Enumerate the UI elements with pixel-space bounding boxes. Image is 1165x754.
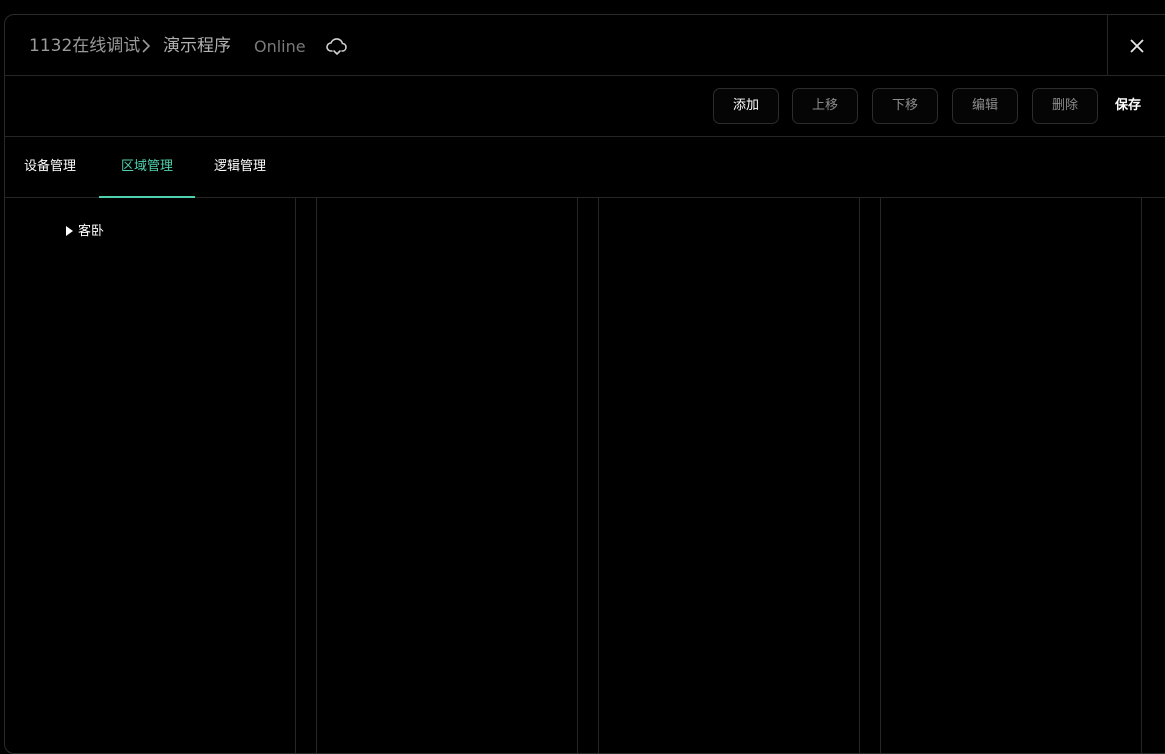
column-divider (1141, 198, 1142, 753)
tab-zone-label: 区域管理 (120, 159, 173, 174)
tree-item-label: 客卧 (78, 224, 105, 239)
column-divider (880, 198, 881, 753)
save-button[interactable]: 保存 (1115, 88, 1141, 124)
add-button[interactable]: 添加 (713, 88, 779, 124)
title-bar: 1132在线调试 演示程序 Online (5, 15, 1165, 76)
column-divider (598, 198, 599, 753)
column-divider (577, 198, 578, 753)
cloud-sync-icon[interactable] (326, 37, 348, 57)
move-down-button[interactable]: 下移 (872, 88, 938, 124)
column-divider (295, 198, 296, 753)
column-divider (316, 198, 317, 753)
close-icon (1130, 39, 1144, 53)
action-toolbar: 添加 上移 下移 编辑 删除 保存 (5, 76, 1165, 137)
move-up-button[interactable]: 上移 (792, 88, 858, 124)
column-divider (859, 198, 860, 753)
connection-status: Online (254, 37, 306, 56)
tab-zone-management[interactable]: 区域管理 (99, 137, 195, 198)
breadcrumb-page: 演示程序 (163, 36, 231, 56)
chevron-right-icon (142, 39, 151, 53)
zone-columns: 客卧 (5, 198, 1165, 753)
tab-device-management[interactable]: 设备管理 (24, 137, 76, 197)
delete-button[interactable]: 删除 (1032, 88, 1098, 124)
breadcrumb-project[interactable]: 1132在线调试 (29, 35, 140, 57)
close-button[interactable] (1107, 15, 1165, 75)
tab-logic-management[interactable]: 逻辑管理 (214, 137, 266, 197)
dialog-window: 1132在线调试 演示程序 Online 添加 上移 下移 编辑 删除 保存 设… (4, 14, 1165, 754)
tree-item-guest-bedroom[interactable]: 客卧 (66, 220, 105, 239)
tab-bar: 设备管理 区域管理 逻辑管理 (5, 137, 1165, 198)
edit-button[interactable]: 编辑 (952, 88, 1018, 124)
caret-right-icon[interactable] (66, 226, 73, 236)
